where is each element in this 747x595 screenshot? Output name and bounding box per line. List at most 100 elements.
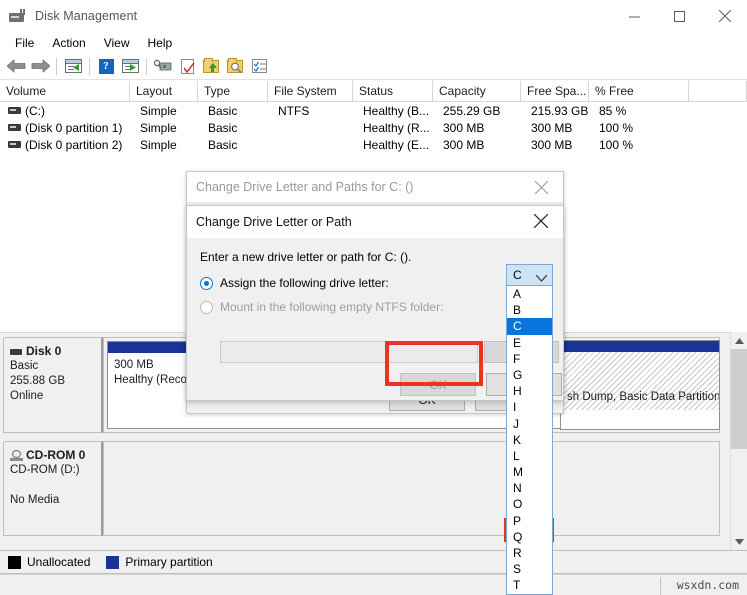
drive-letter-option-m[interactable]: M bbox=[507, 464, 552, 480]
drive-letter-option-e[interactable]: E bbox=[507, 335, 552, 351]
drive-letter-option-a[interactable]: A bbox=[507, 286, 552, 302]
drive-letter-option-j[interactable]: J bbox=[507, 416, 552, 432]
legend-label-unallocated: Unallocated bbox=[27, 555, 91, 569]
menu-help[interactable]: Help bbox=[139, 34, 182, 52]
toolbar-separator bbox=[56, 57, 57, 75]
assign-drive-letter-radio[interactable] bbox=[200, 276, 213, 290]
inner-dialog-close-button[interactable] bbox=[519, 206, 563, 236]
drive-letter-option-r[interactable]: R bbox=[507, 545, 552, 561]
cell-percent-free: 100 % bbox=[599, 137, 634, 152]
table-row[interactable]: (Disk 0 partition 1) Simple Basic Health… bbox=[0, 119, 747, 136]
disk-management-window: Disk Management File Action View Help ? … bbox=[0, 0, 747, 595]
mount-ntfs-folder-radio-row[interactable]: Mount in the following empty NTFS folder… bbox=[200, 300, 443, 314]
promote-icon[interactable] bbox=[199, 55, 223, 78]
scroll-down-arrow-icon[interactable] bbox=[731, 533, 747, 550]
cell-status: Healthy (R... bbox=[363, 120, 430, 135]
drive-letter-option-s[interactable]: S bbox=[507, 561, 552, 577]
drive-letter-option-t[interactable]: T bbox=[507, 577, 552, 593]
table-row[interactable]: (Disk 0 partition 2) Simple Basic Health… bbox=[0, 136, 747, 153]
cell-capacity: 255.29 GB bbox=[443, 103, 501, 118]
toolbar-separator bbox=[146, 57, 147, 75]
scroll-up-arrow-icon[interactable] bbox=[731, 332, 747, 349]
inner-ok-button[interactable]: OK bbox=[400, 373, 476, 396]
menu-action[interactable]: Action bbox=[43, 34, 94, 52]
column-header-volume[interactable]: Volume bbox=[0, 81, 130, 101]
mount-path-input[interactable] bbox=[220, 341, 478, 363]
cell-percent-free: 100 % bbox=[599, 120, 634, 135]
cdrom0-empty-area bbox=[103, 441, 720, 536]
maximize-button[interactable] bbox=[657, 0, 702, 32]
disk-row-cdrom0[interactable]: CD-ROM 0 CD-ROM (D:) No Media bbox=[3, 441, 720, 536]
cell-percent-free: 85 % bbox=[599, 103, 627, 118]
assign-drive-letter-radio-row[interactable]: Assign the following drive letter: bbox=[200, 276, 389, 290]
cell-type: Basic bbox=[208, 137, 238, 152]
disk0-info: Disk 0 Basic 255.88 GB Online bbox=[3, 337, 103, 433]
volume-table-header: Volume Layout Type File System Status Ca… bbox=[0, 81, 747, 102]
properties-icon[interactable] bbox=[151, 55, 175, 78]
cell-status: Healthy (E... bbox=[363, 137, 430, 152]
partition-colorbar bbox=[561, 341, 719, 352]
scrollbar-thumb[interactable] bbox=[731, 349, 747, 449]
toolbar: ? bbox=[0, 53, 747, 80]
outer-dialog-close-button[interactable] bbox=[519, 172, 563, 202]
cell-file-system: NTFS bbox=[278, 103, 310, 118]
drive-letter-option-k[interactable]: K bbox=[507, 432, 552, 448]
close-button[interactable] bbox=[702, 0, 747, 32]
partition-status: sh Dump, Basic Data Partition) bbox=[561, 352, 719, 410]
minimize-button[interactable] bbox=[612, 0, 657, 32]
mount-ntfs-folder-radio[interactable] bbox=[200, 300, 213, 314]
column-header-free-space[interactable]: Free Spa... bbox=[521, 81, 589, 101]
drive-letter-option-b[interactable]: B bbox=[507, 302, 552, 318]
rescan-disks-icon[interactable] bbox=[175, 55, 199, 78]
cell-layout: Simple bbox=[140, 137, 177, 152]
forward-arrow-icon[interactable] bbox=[28, 55, 52, 78]
window-title: Disk Management bbox=[35, 9, 138, 23]
disk0-size: 255.88 GB bbox=[10, 375, 65, 387]
cell-type: Basic bbox=[208, 103, 238, 118]
cdrom0-info: CD-ROM 0 CD-ROM (D:) No Media bbox=[3, 441, 103, 536]
column-header-status[interactable]: Status bbox=[353, 81, 433, 101]
cell-type: Basic bbox=[208, 120, 238, 135]
find-icon[interactable] bbox=[223, 55, 247, 78]
cell-volume: (Disk 0 partition 1) bbox=[25, 120, 123, 135]
graphical-view-scrollbar[interactable] bbox=[730, 332, 747, 550]
cell-capacity: 300 MB bbox=[443, 120, 485, 135]
show-action-pane-icon[interactable] bbox=[118, 55, 142, 78]
chevron-down-icon bbox=[535, 271, 548, 285]
drive-letter-combobox[interactable]: C bbox=[506, 264, 553, 286]
drive-letter-option-o[interactable]: O bbox=[507, 496, 552, 512]
disk0-hatched-partition[interactable]: sh Dump, Basic Data Partition) bbox=[560, 340, 720, 430]
drive-letter-option-f[interactable]: F bbox=[507, 351, 552, 367]
disk0-type: Basic bbox=[10, 360, 39, 372]
table-row[interactable]: (C:) Simple Basic NTFS Healthy (B... 255… bbox=[0, 102, 747, 119]
disk-icon bbox=[10, 348, 22, 355]
cell-layout: Simple bbox=[140, 103, 177, 118]
cell-layout: Simple bbox=[140, 120, 177, 135]
column-header-percent-free[interactable]: % Free bbox=[589, 81, 689, 101]
menu-file[interactable]: File bbox=[6, 34, 43, 52]
toolbar-separator bbox=[89, 57, 90, 75]
column-header-filler bbox=[689, 81, 747, 101]
column-header-file-system[interactable]: File System bbox=[268, 81, 353, 101]
column-header-layout[interactable]: Layout bbox=[130, 81, 198, 101]
status-bar-separator bbox=[660, 577, 661, 595]
back-arrow-icon[interactable] bbox=[4, 55, 28, 78]
drive-letter-option-q[interactable]: Q bbox=[507, 529, 552, 545]
drive-letter-dropdown-list[interactable]: ABCEFGHIJKLMNOPQRSTUVWXY bbox=[506, 286, 553, 595]
drive-letter-option-c[interactable]: C bbox=[507, 318, 552, 335]
drive-letter-option-n[interactable]: N bbox=[507, 480, 552, 496]
mount-ntfs-folder-label: Mount in the following empty NTFS folder… bbox=[220, 300, 444, 314]
drive-letter-option-p[interactable]: P bbox=[507, 513, 552, 529]
column-header-type[interactable]: Type bbox=[198, 81, 268, 101]
menu-view[interactable]: View bbox=[95, 34, 139, 52]
drive-letter-option-l[interactable]: L bbox=[507, 448, 552, 464]
column-header-capacity[interactable]: Capacity bbox=[433, 81, 521, 101]
drive-letter-option-h[interactable]: H bbox=[507, 383, 552, 399]
cell-volume: (C:) bbox=[25, 103, 45, 118]
help-icon[interactable]: ? bbox=[94, 55, 118, 78]
checklist-icon[interactable] bbox=[247, 55, 271, 78]
outer-dialog-title: Change Drive Letter and Paths for C: () bbox=[196, 180, 414, 194]
drive-letter-option-i[interactable]: I bbox=[507, 399, 552, 415]
show-hide-console-tree-icon[interactable] bbox=[61, 55, 85, 78]
drive-letter-option-g[interactable]: G bbox=[507, 367, 552, 383]
